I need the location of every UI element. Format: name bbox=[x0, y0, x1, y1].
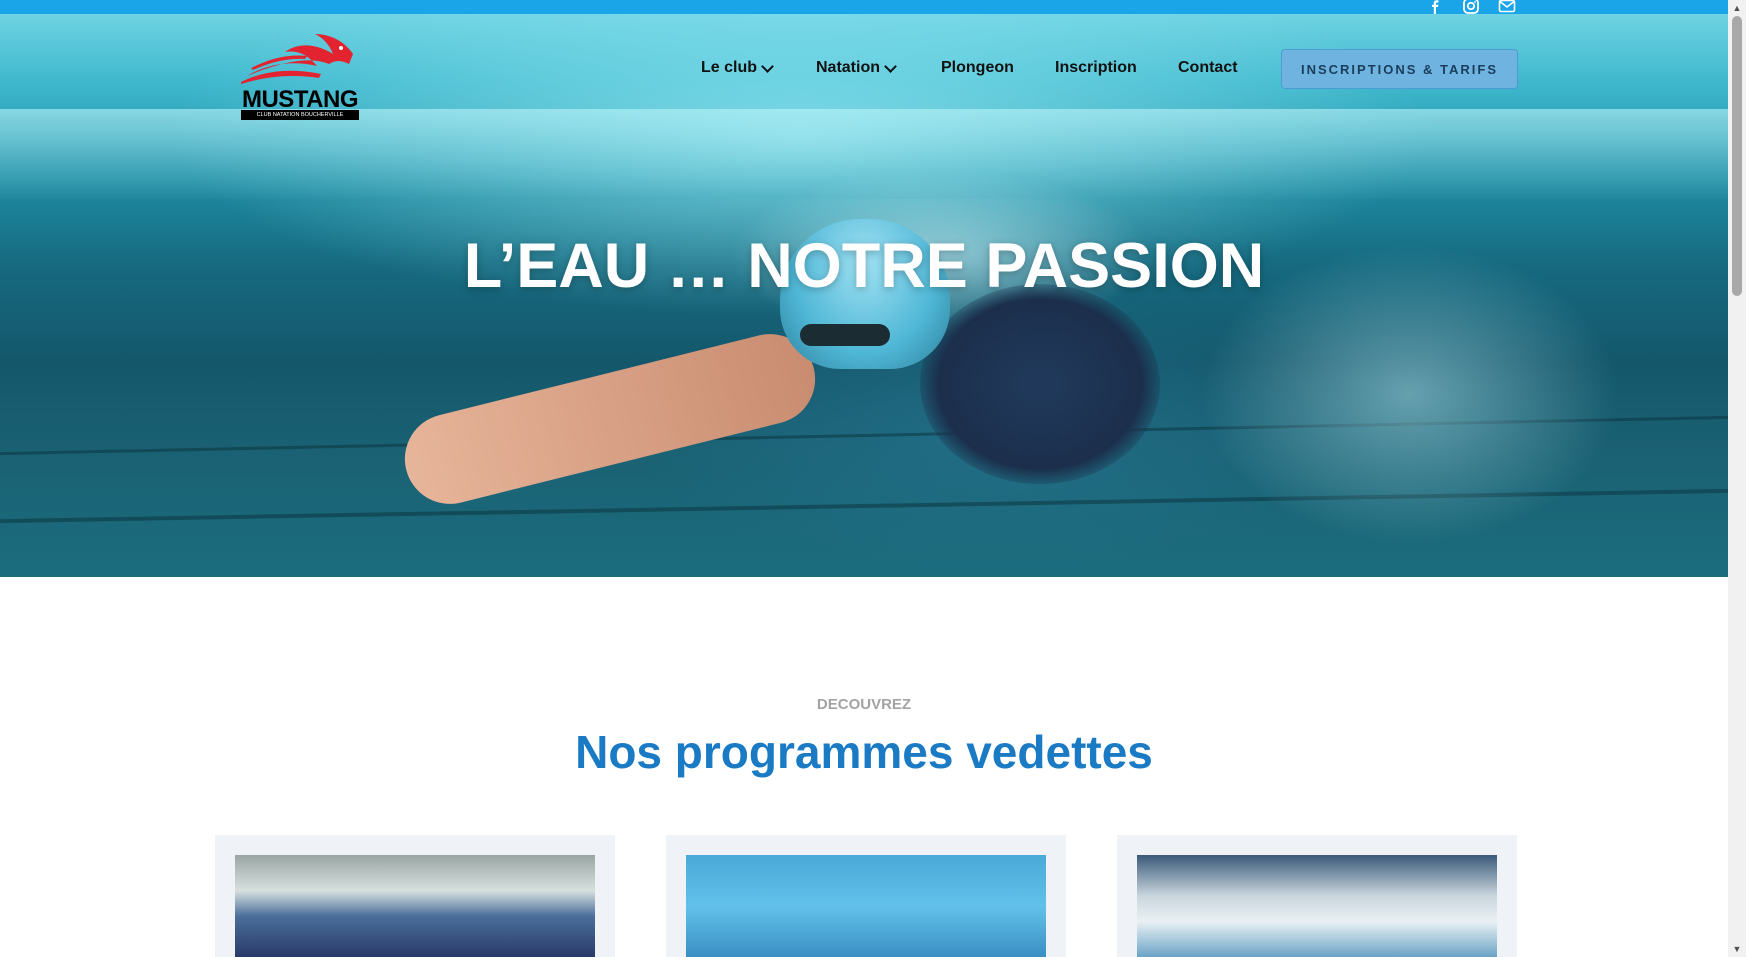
chevron-down-icon bbox=[884, 59, 897, 73]
program-card-image[interactable] bbox=[686, 855, 1046, 957]
scroll-down-arrow-icon[interactable]: ▼ bbox=[1728, 941, 1746, 957]
facebook-icon[interactable] bbox=[1426, 0, 1444, 14]
nav-item-le-club[interactable]: Le club bbox=[701, 59, 774, 77]
page-scrollbar[interactable]: ▲ ▼ bbox=[1728, 0, 1746, 957]
swimmer-arm bbox=[395, 324, 825, 514]
social-links bbox=[1426, 0, 1516, 14]
water-surface bbox=[0, 109, 1728, 199]
section-eyebrow: DECOUVREZ bbox=[816, 696, 912, 713]
mail-icon[interactable] bbox=[1498, 0, 1516, 14]
mustang-horse-icon bbox=[241, 34, 353, 84]
nav-item-label: Contact bbox=[1178, 59, 1238, 76]
site-logo[interactable]: MUSTANG CLUB NATATION BOUCHERVILLE bbox=[237, 24, 363, 122]
swimmer-goggles bbox=[800, 324, 890, 346]
scroll-up-arrow-icon[interactable]: ▲ bbox=[1728, 0, 1746, 16]
chevron-down-icon bbox=[761, 59, 774, 73]
logo-subtitle: CLUB NATATION BOUCHERVILLE bbox=[241, 110, 359, 120]
inscriptions-tarifs-button[interactable]: INSCRIPTIONS & TARIFS bbox=[1281, 49, 1518, 89]
program-card[interactable] bbox=[666, 835, 1066, 957]
section-title: Nos programmes vedettes bbox=[575, 726, 1153, 778]
program-card-image[interactable] bbox=[1137, 855, 1497, 957]
nav-item-contact[interactable]: Contact bbox=[1178, 59, 1238, 77]
nav-item-label: Inscription bbox=[1055, 59, 1137, 76]
scrollbar-thumb[interactable] bbox=[1732, 16, 1742, 296]
program-card[interactable] bbox=[215, 835, 615, 957]
program-card-image[interactable] bbox=[235, 855, 595, 957]
nav-item-plongeon[interactable]: Plongeon bbox=[941, 59, 1014, 77]
site-header: MUSTANG CLUB NATATION BOUCHERVILLE Le cl… bbox=[0, 14, 1728, 120]
hero-title: L’EAU … NOTRE PASSION bbox=[463, 231, 1265, 301]
nav-item-label: Le club bbox=[701, 59, 758, 76]
nav-item-label: Natation bbox=[816, 59, 880, 76]
swimmer-body bbox=[920, 284, 1160, 484]
nav-item-natation[interactable]: Natation bbox=[816, 59, 897, 77]
nav-item-inscription[interactable]: Inscription bbox=[1055, 59, 1137, 77]
program-card[interactable] bbox=[1117, 835, 1517, 957]
nav-item-label: Plongeon bbox=[941, 59, 1014, 76]
instagram-icon[interactable] bbox=[1462, 0, 1480, 14]
